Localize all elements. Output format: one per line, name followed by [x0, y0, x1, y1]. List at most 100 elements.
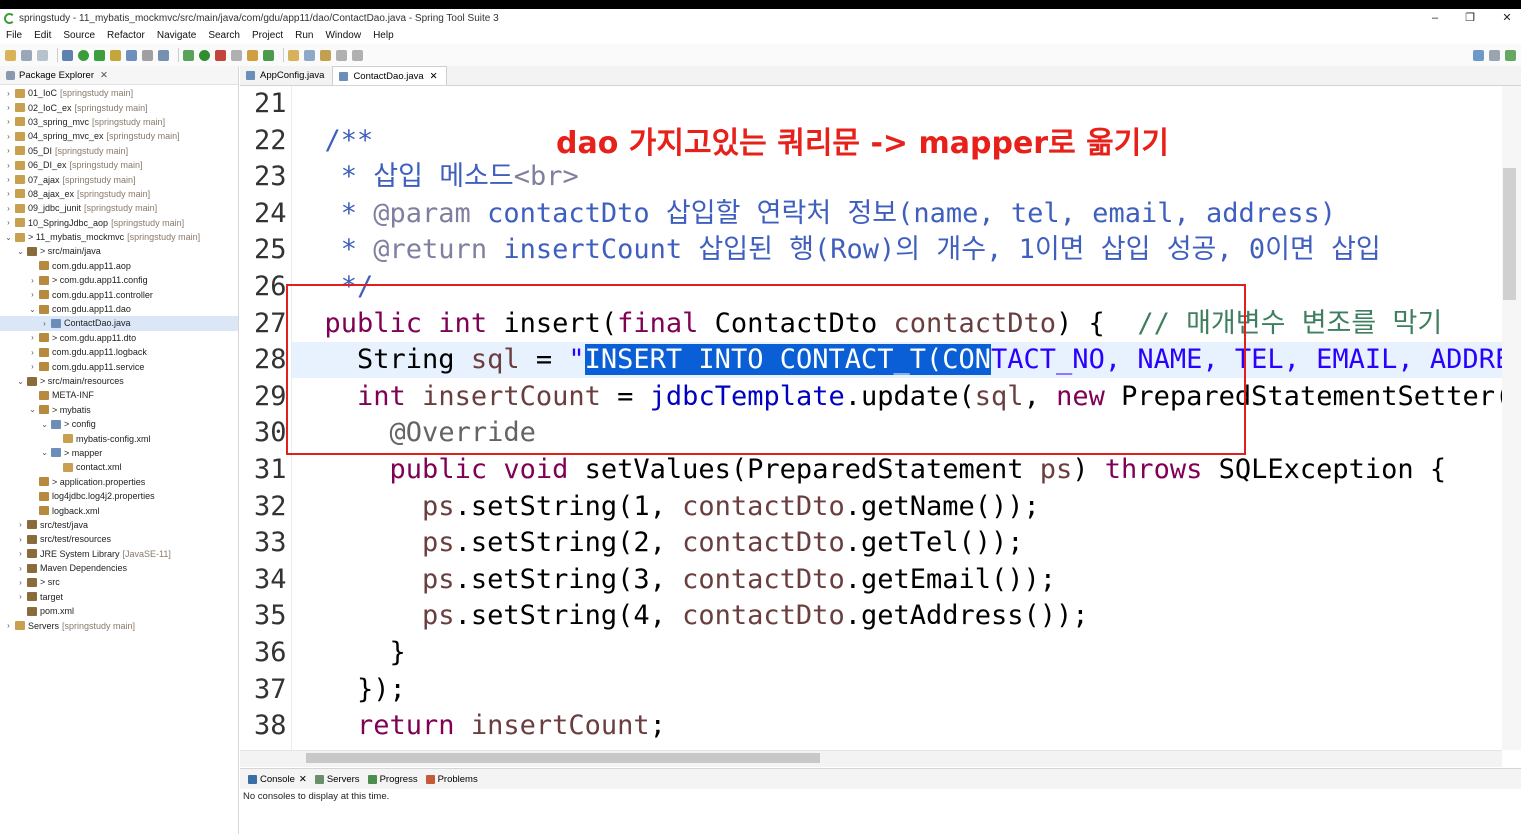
code-line[interactable]: ps.setString(3, contactDto.getEmail()); — [292, 562, 1056, 599]
tree-item[interactable]: ⌄ > 11_mybatis_mockmvc [springstudy main] — [0, 230, 238, 244]
tree-item[interactable]: › 02_IoC_ex [springstudy main] — [0, 100, 238, 114]
tree-item[interactable]: logback.xml — [0, 503, 238, 517]
chevron-down-icon[interactable]: ⌄ — [4, 233, 13, 242]
tab-problems[interactable]: Problems — [425, 774, 478, 785]
tree-item[interactable]: › 03_spring_mvc [springstudy main] — [0, 115, 238, 129]
chevron-down-icon[interactable]: ⌄ — [28, 405, 37, 414]
chevron-right-icon[interactable]: › — [4, 146, 13, 155]
code-line[interactable]: ps.setString(1, contactDto.getName()); — [292, 489, 1040, 526]
chevron-right-icon[interactable]: › — [28, 348, 37, 357]
chevron-right-icon[interactable]: › — [28, 362, 37, 371]
chevron-down-icon[interactable]: ⌄ — [40, 448, 49, 457]
chevron-right-icon[interactable]: › — [4, 117, 13, 126]
tree-item[interactable]: › target — [0, 590, 238, 604]
tree-item[interactable]: mybatis-config.xml — [0, 431, 238, 445]
perspective-icon[interactable] — [1489, 49, 1500, 61]
tab-progress[interactable]: Progress — [367, 774, 418, 785]
tree-item[interactable]: ⌄ > config — [0, 417, 238, 431]
tree-item[interactable]: › src/test/resources — [0, 532, 238, 546]
tree-item[interactable]: ⌄ > mybatis — [0, 403, 238, 417]
code-line[interactable]: ps.setString(2, contactDto.getTel()); — [292, 525, 1023, 562]
new-icon[interactable] — [5, 49, 16, 61]
menu-window[interactable]: Window — [325, 30, 361, 41]
maximize-button[interactable]: ❐ — [1455, 9, 1485, 27]
chevron-down-icon[interactable]: ⌄ — [28, 305, 37, 314]
tree-item[interactable]: com.gdu.app11.aop — [0, 259, 238, 273]
code-line[interactable]: public void setValues(PreparedStatement … — [292, 452, 1447, 489]
editor-tab[interactable]: ContactDao.java ✕ — [332, 66, 447, 85]
tree-item[interactable]: META-INF — [0, 388, 238, 402]
package-explorer-tab[interactable]: Package Explorer ✕ — [0, 66, 238, 85]
back-icon[interactable] — [336, 49, 347, 61]
tree-item[interactable]: › 04_spring_mvc_ex [springstudy main] — [0, 129, 238, 143]
tree-item[interactable]: › src/test/java — [0, 518, 238, 532]
horizontal-scroll-thumb[interactable] — [306, 753, 820, 763]
open-type-icon[interactable] — [288, 49, 299, 61]
tree-item[interactable]: › 05_DI [springstudy main] — [0, 144, 238, 158]
editor-tab[interactable]: AppConfig.java — [240, 66, 332, 85]
code-line[interactable]: /** — [292, 123, 374, 160]
chevron-right-icon[interactable]: › — [16, 535, 25, 544]
list-icon[interactable] — [158, 49, 169, 61]
tree-item[interactable]: > application.properties — [0, 475, 238, 489]
chevron-right-icon[interactable]: › — [16, 520, 25, 529]
chevron-right-icon[interactable]: › — [16, 578, 25, 587]
close-tab-icon[interactable]: ✕ — [430, 71, 438, 82]
chevron-right-icon[interactable]: › — [16, 592, 25, 601]
chevron-down-icon[interactable]: ⌄ — [40, 420, 49, 429]
menu-project[interactable]: Project — [252, 30, 283, 41]
close-button[interactable]: ✕ — [1492, 9, 1521, 27]
tab-servers[interactable]: Servers — [314, 774, 360, 785]
chevron-right-icon[interactable]: › — [4, 189, 13, 198]
tree-item[interactable]: › Servers [springstudy main] — [0, 618, 238, 632]
terminal-icon[interactable] — [62, 49, 73, 61]
tree-item[interactable]: › 08_ajax_ex [springstudy main] — [0, 187, 238, 201]
code-line[interactable]: * 삽입 메소드<br> — [292, 159, 579, 196]
chevron-right-icon[interactable]: › — [40, 319, 49, 328]
run-icon[interactable] — [199, 49, 210, 61]
vertical-scroll-thumb[interactable] — [1503, 168, 1516, 300]
code-line[interactable]: * @return insertCount 삽입된 행(Row)의 개수, 1이… — [292, 232, 1381, 269]
annotation-nav-icon[interactable] — [320, 49, 331, 61]
tree-item[interactable]: ⌄ > mapper — [0, 446, 238, 460]
tree-item[interactable]: pom.xml — [0, 604, 238, 618]
new-package-icon[interactable] — [247, 49, 258, 61]
tree-item[interactable]: contact.xml — [0, 460, 238, 474]
menu-edit[interactable]: Edit — [34, 30, 51, 41]
tree-item[interactable]: › com.gdu.app11.service — [0, 359, 238, 373]
code-line[interactable]: * @param contactDto 삽입할 연락처 정보(name, tel… — [292, 196, 1336, 233]
code-line[interactable]: }); — [292, 672, 406, 709]
menu-navigate[interactable]: Navigate — [157, 30, 196, 41]
forward-icon[interactable] — [352, 49, 363, 61]
stop-icon[interactable] — [231, 49, 242, 61]
debug-icon[interactable] — [183, 49, 194, 61]
chevron-right-icon[interactable]: › — [28, 290, 37, 299]
refresh-icon[interactable] — [94, 49, 105, 61]
tree-item[interactable]: › > com.gdu.app11.dto — [0, 331, 238, 345]
chevron-right-icon[interactable]: › — [4, 175, 13, 184]
chevron-right-icon[interactable]: › — [4, 161, 13, 170]
tab-console[interactable]: Console ✕ — [248, 774, 307, 785]
tree-item[interactable]: › Maven Dependencies — [0, 561, 238, 575]
menu-refactor[interactable]: Refactor — [107, 30, 145, 41]
format-icon[interactable] — [142, 49, 153, 61]
tree-item[interactable]: › JRE System Library [JavaSE-11] — [0, 547, 238, 561]
chevron-right-icon[interactable]: › — [16, 564, 25, 573]
tree-item[interactable]: › 06_DI_ex [springstudy main] — [0, 158, 238, 172]
chevron-right-icon[interactable]: › — [4, 103, 13, 112]
tree-item[interactable]: › 10_SpringJdbc_aop [springstudy main] — [0, 216, 238, 230]
tree-item[interactable]: › 07_ajax [springstudy main] — [0, 172, 238, 186]
tree-item[interactable]: › com.gdu.app11.logback — [0, 345, 238, 359]
chevron-right-icon[interactable]: › — [4, 204, 13, 213]
chevron-right-icon[interactable]: › — [28, 276, 37, 285]
chevron-right-icon[interactable]: › — [4, 218, 13, 227]
spring-perspective-icon[interactable] — [1505, 49, 1516, 61]
code-line[interactable]: } — [292, 635, 406, 672]
chevron-right-icon[interactable]: › — [4, 621, 13, 630]
external-tools-icon[interactable] — [215, 49, 226, 61]
new-class-icon[interactable] — [263, 49, 274, 61]
menu-source[interactable]: Source — [63, 30, 95, 41]
menu-run[interactable]: Run — [295, 30, 313, 41]
code-line[interactable]: return insertCount; — [292, 708, 666, 745]
tree-item[interactable]: › > src — [0, 575, 238, 589]
